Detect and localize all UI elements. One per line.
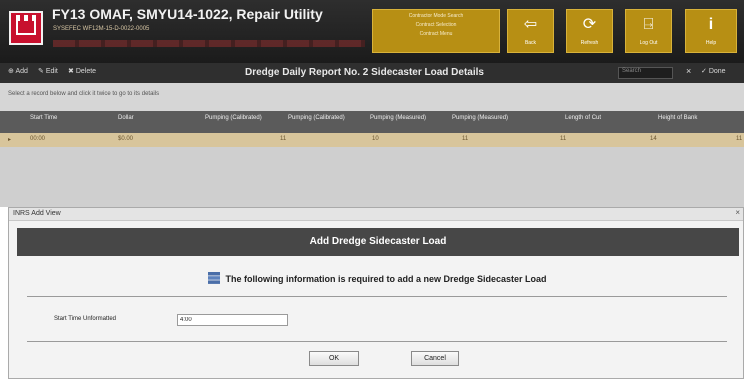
subtitle-banner — [53, 40, 365, 47]
usace-castle-logo — [9, 11, 43, 45]
start-time-label: Start Time Unformatted — [54, 316, 117, 322]
refresh-label: Refresh — [580, 40, 599, 46]
back-arrow-icon: ⇦ — [523, 16, 538, 33]
report-toolbar: ⊕ Add ✎ Edit ✖ Delete Dredge Daily Repor… — [0, 63, 744, 83]
grid-empty-area — [0, 147, 744, 207]
col-dollar[interactable]: Dollar — [118, 115, 134, 122]
back-button[interactable]: ⇦ Back — [507, 9, 554, 53]
row-selector[interactable]: ▸ — [8, 136, 11, 143]
instruction-bar: Select a record below and click it twice… — [0, 83, 744, 111]
done-button[interactable]: ✓ Done — [701, 67, 726, 75]
server-icon — [208, 272, 221, 284]
cell-dollar: $0.00 — [118, 136, 134, 142]
clear-search-icon[interactable]: × — [686, 66, 691, 76]
help-button[interactable]: i Help — [685, 9, 737, 53]
app-title: FY13 OMAF, SMYU14-1022, Repair Utility — [52, 6, 323, 22]
contract-subtitle: SYSEFEC WF12M-15-D-0022-0005 — [53, 26, 150, 32]
logout-button[interactable]: ⍈ Log Out — [625, 9, 672, 53]
contract-menu-panel[interactable]: Contractor Mode Search Contract Selectio… — [372, 9, 500, 53]
add-label: Add — [15, 68, 28, 75]
logout-label: Log Out — [639, 40, 658, 46]
report-title: Dredge Daily Report No. 2 Sidecaster Loa… — [245, 67, 484, 78]
menu-line-contract-menu[interactable]: Contract Menu — [373, 31, 499, 37]
logout-icon: ⍈ — [643, 16, 654, 33]
dialog-heading: Add Dredge Sidecaster Load — [309, 236, 447, 247]
grid-header: Start Time Dollar Pumping (Calibrated) P… — [0, 111, 744, 133]
delete-label: Delete — [75, 68, 97, 75]
add-record-button[interactable]: ⊕ Add — [8, 67, 28, 75]
col-pumping-calibrated-1[interactable]: Pumping (Calibrated) — [205, 115, 265, 122]
divider-bottom — [27, 341, 727, 342]
instruction-text: Select a record below and click it twice… — [8, 91, 160, 97]
add-dialog: INRS Add View × Add Dredge Sidecaster Lo… — [8, 207, 744, 379]
divider-top — [27, 296, 727, 297]
refresh-button[interactable]: ⟳ Refresh — [566, 9, 613, 53]
menu-line-contractor-search[interactable]: Contractor Mode Search — [373, 13, 499, 19]
info-text: The following information is required to… — [225, 274, 547, 284]
cell-start-time: 00:00 — [30, 136, 46, 142]
refresh-icon: ⟳ — [582, 16, 597, 33]
edit-label: Edit — [45, 68, 58, 75]
cell-pumping-measured-1: 11 — [462, 136, 469, 142]
col-pumping-calibrated-2[interactable]: Pumping (Calibrated) — [288, 115, 348, 122]
col-start-time[interactable]: Start Time — [30, 115, 57, 122]
cell-length-of-cut: 14 — [650, 136, 657, 142]
info-message: The following information is required to… — [9, 271, 744, 285]
cell-height-of-bank: 11 — [736, 136, 743, 142]
dialog-window-title: INRS Add View — [13, 210, 61, 217]
search-input[interactable]: Search — [618, 67, 673, 79]
col-height-of-bank[interactable]: Height of Bank — [658, 115, 697, 122]
close-icon[interactable]: × — [735, 208, 740, 217]
cell-pumping-measured-2: 11 — [560, 136, 567, 142]
back-label: Back — [524, 40, 537, 46]
dialog-header: Add Dredge Sidecaster Load — [17, 228, 739, 256]
dialog-titlebar[interactable]: INRS Add View × — [9, 208, 743, 221]
col-pumping-measured-1[interactable]: Pumping (Measured) — [370, 115, 430, 122]
app-header: FY13 OMAF, SMYU14-1022, Repair Utility S… — [0, 0, 744, 63]
table-row[interactable]: ▸ 00:00 $0.00 11 10 11 11 14 11 — [0, 133, 744, 147]
delete-record-button[interactable]: ✖ Delete — [68, 67, 96, 75]
cell-pumping-calibrated-2: 10 — [372, 136, 379, 142]
help-label: Help — [705, 40, 717, 46]
cell-pumping-calibrated-1: 11 — [280, 136, 287, 142]
menu-line-contract-selection[interactable]: Contract Selection — [373, 22, 499, 28]
cancel-button[interactable]: Cancel — [411, 351, 459, 366]
col-pumping-measured-2[interactable]: Pumping (Measured) — [452, 115, 512, 122]
done-label: Done — [708, 68, 726, 75]
start-time-input[interactable] — [177, 314, 288, 326]
col-length-of-cut[interactable]: Length of Cut — [565, 115, 601, 122]
ok-button[interactable]: OK — [309, 351, 359, 366]
edit-record-button[interactable]: ✎ Edit — [38, 67, 58, 75]
help-icon: i — [708, 16, 714, 33]
